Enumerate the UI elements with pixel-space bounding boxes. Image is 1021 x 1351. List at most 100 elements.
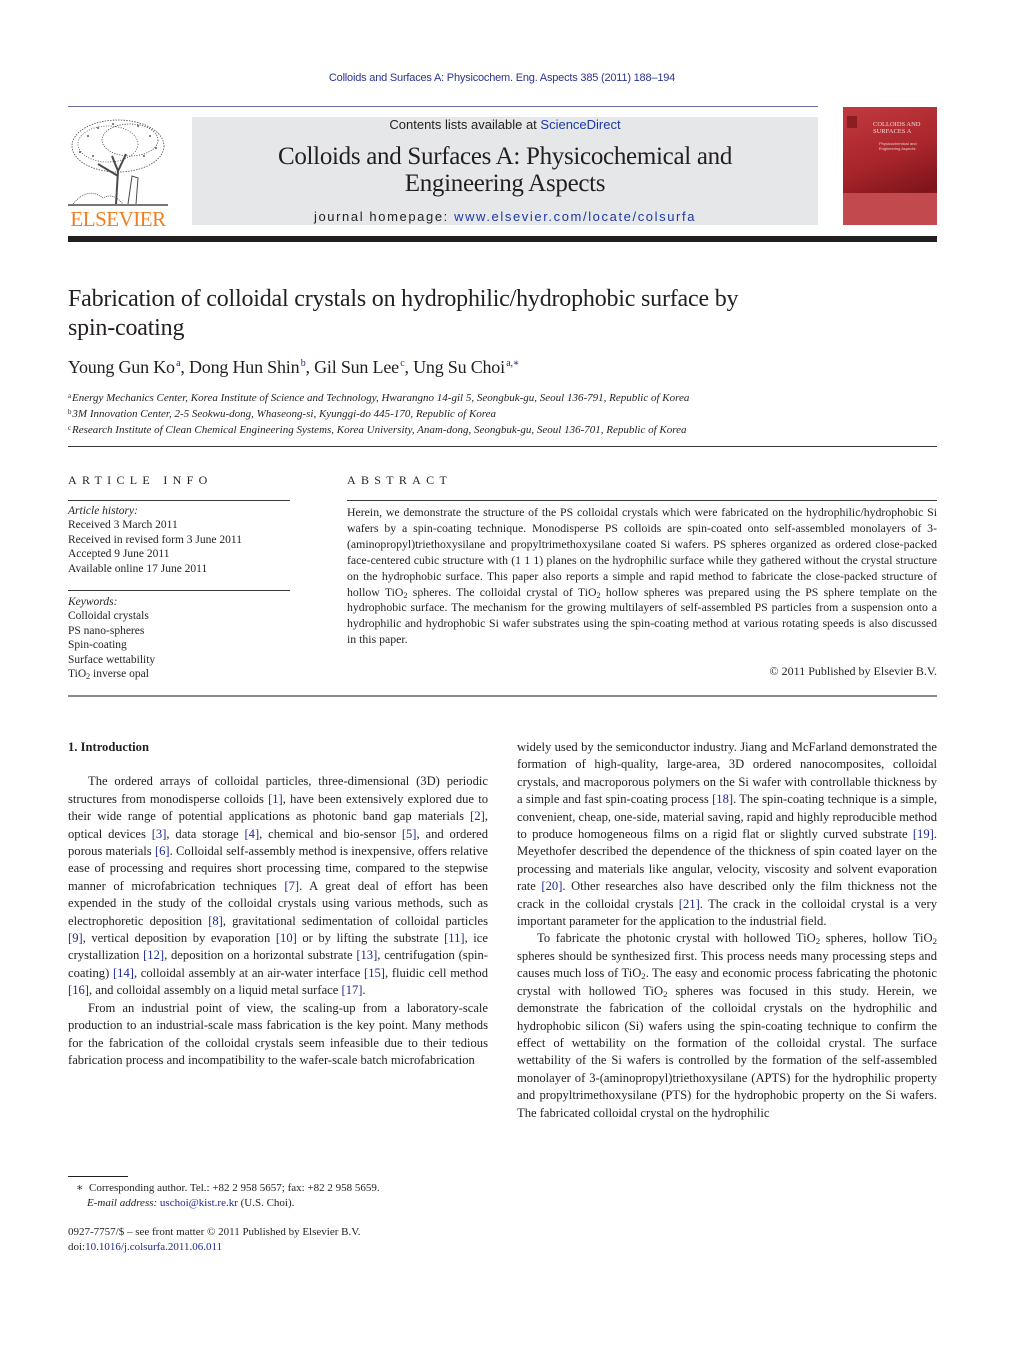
- paragraph: The ordered arrays of colloidal particle…: [68, 773, 488, 999]
- citation-link[interactable]: [21]: [679, 897, 700, 911]
- history-item: Received in revised form 3 June 2011: [68, 533, 242, 546]
- elsevier-wordmark[interactable]: ELSEVIER: [68, 207, 168, 232]
- author-name: Young Gun Ko: [68, 357, 175, 377]
- paragraph: From an industrial point of view, the sc…: [68, 1000, 488, 1067]
- citation-link[interactable]: [1]: [268, 792, 283, 806]
- text-run: , data storage: [166, 826, 245, 841]
- citation-link[interactable]: [18]: [712, 792, 733, 806]
- copyright-notice: © 2011 Published by Elsevier B.V.: [769, 664, 937, 678]
- history-item: Received 3 March 2011: [68, 519, 178, 532]
- citation-link[interactable]: [16]: [68, 983, 89, 997]
- author[interactable]: Young Gun Ko a: [68, 357, 181, 377]
- affiliation-text: 3M Innovation Center, 2-5 Seokwu-dong, W…: [72, 408, 497, 420]
- journal-name: Colloids and Surfaces A: Physicochemical…: [192, 143, 818, 197]
- abstract-heading: ABSTRACT: [347, 473, 453, 487]
- journal-masthead: Contents lists available at ScienceDirec…: [192, 117, 818, 225]
- footnote-divider: [68, 1176, 128, 1177]
- author-separator: ,: [305, 357, 315, 377]
- paragraph: widely used by the semiconductor industr…: [517, 739, 937, 930]
- footnote-marker: ∗: [76, 1182, 84, 1194]
- text-run: or by lifting the substrate: [296, 931, 445, 946]
- citation-link[interactable]: [11]: [444, 931, 465, 945]
- affiliation: a Energy Mechanics Center, Korea Institu…: [68, 389, 689, 405]
- keywords: Keywords: Colloidal crystals PS nano-sph…: [68, 595, 155, 681]
- doi-line: doi:10.1016/j.colsurfa.2011.06.011: [68, 1240, 361, 1255]
- text-run: , gravitational sedimentation of colloid…: [222, 913, 488, 928]
- citation-link[interactable]: [3]: [152, 827, 167, 841]
- article-title-line2: spin-coating: [68, 315, 185, 341]
- corresponding-author-text: Corresponding author. Tel.: +82 2 958 56…: [88, 1182, 380, 1194]
- author-separator: ,: [180, 357, 189, 377]
- cover-title-line1: COLLOIDS AND: [873, 121, 921, 128]
- cover-subtitle: Physicochemical and Engineering Aspects: [879, 141, 917, 151]
- keyword-text: TiO: [68, 668, 87, 681]
- author-name: Gil Sun Lee: [314, 357, 399, 377]
- affiliations: a Energy Mechanics Center, Korea Institu…: [68, 389, 689, 437]
- keyword-text: inverse opal: [90, 668, 149, 681]
- abstract-divider: [347, 500, 937, 501]
- author-name: Ung Su Choi: [413, 357, 505, 377]
- article-history-label: Article history:: [68, 505, 138, 517]
- author[interactable]: Gil Sun Lee c: [314, 357, 405, 377]
- article-info-heading: ARTICLE INFO: [68, 473, 213, 487]
- affiliation-key: b: [68, 408, 72, 416]
- affiliation-marker[interactable]: a,∗: [506, 358, 519, 369]
- cover-title-line2: SURFACES A: [873, 128, 912, 135]
- citation-link[interactable]: [9]: [68, 931, 83, 945]
- email-link[interactable]: uschoi@kist.re.kr: [160, 1197, 238, 1209]
- sciencedirect-link[interactable]: ScienceDirect: [540, 117, 620, 132]
- body-column-left: 1. Introduction The ordered arrays of co…: [68, 739, 488, 1069]
- citation-link[interactable]: [8]: [208, 914, 223, 928]
- article-title: Fabrication of colloidal crystals on hyd…: [68, 285, 868, 343]
- text-run: .: [362, 983, 366, 998]
- top-divider: [68, 106, 818, 107]
- article-info-divider: [68, 500, 290, 501]
- contents-line: Contents lists available at ScienceDirec…: [192, 117, 818, 132]
- author[interactable]: Ung Su Choi a,∗: [413, 357, 519, 377]
- citation-link[interactable]: [17]: [342, 983, 363, 997]
- author-list: Young Gun Ko a, Dong Hun Shin b, Gil Sun…: [68, 357, 520, 378]
- homepage-link[interactable]: www.elsevier.com/locate/colsurfa: [454, 209, 696, 224]
- journal-cover-thumbnail[interactable]: COLLOIDS AND SURFACES A Physicochemical …: [843, 107, 937, 225]
- citation-link[interactable]: [6]: [155, 844, 170, 858]
- abstract-part: spheres. The colloidal crystal of TiO: [407, 584, 597, 599]
- text-run: , deposition on a horizontal substrate: [164, 948, 357, 963]
- history-item: Available online 17 June 2011: [68, 562, 208, 575]
- citation-link[interactable]: [13]: [356, 948, 377, 962]
- subscript: 2: [932, 936, 937, 947]
- keyword: PS nano-spheres: [68, 624, 145, 637]
- affiliation-text: Energy Mechanics Center, Korea Institute…: [72, 392, 690, 404]
- text-run: , colloidal assembly at an air-water int…: [133, 965, 364, 980]
- citation-link[interactable]: [20]: [541, 879, 562, 893]
- citation-link[interactable]: [2]: [470, 809, 485, 823]
- affiliation-key: a: [68, 392, 72, 400]
- cover-band: [843, 193, 937, 225]
- citation-link[interactable]: [15]: [364, 966, 385, 980]
- keywords-divider: [68, 590, 290, 591]
- citation-link[interactable]: [10]: [276, 931, 297, 945]
- paragraph: To fabricate the photonic crystal with h…: [517, 930, 937, 1121]
- body-column-right: widely used by the semiconductor industr…: [517, 739, 937, 1122]
- citation-link[interactable]: [4]: [244, 827, 259, 841]
- abstract-bottom-divider: [68, 695, 937, 697]
- journal-name-line2: Engineering Aspects: [404, 170, 606, 197]
- doi-prefix: doi:: [68, 1241, 86, 1253]
- keyword: Colloidal crystals: [68, 610, 149, 623]
- citation-link[interactable]: [12]: [143, 948, 164, 962]
- tree-icon: [68, 119, 168, 206]
- keyword: Spin-coating: [68, 639, 127, 652]
- history-item: Accepted 9 June 2011: [68, 548, 170, 561]
- journal-name-line1: Colloids and Surfaces A: Physicochemical…: [277, 143, 733, 170]
- citation-link[interactable]: [14]: [113, 966, 134, 980]
- author-separator: ,: [404, 357, 414, 377]
- running-head[interactable]: Colloids and Surfaces A: Physicochem. En…: [0, 72, 1004, 84]
- citation-link[interactable]: [5]: [402, 827, 417, 841]
- citation-link[interactable]: [7]: [284, 879, 299, 893]
- cover-title: COLLOIDS AND SURFACES A: [873, 121, 935, 135]
- abstract-text: Herein, we demonstrate the structure of …: [347, 505, 937, 648]
- author[interactable]: Dong Hun Shin b: [189, 357, 306, 377]
- doi-link[interactable]: 10.1016/j.colsurfa.2011.06.011: [85, 1241, 222, 1253]
- citation-link[interactable]: [19]: [913, 827, 934, 841]
- affiliation-key: c: [68, 424, 72, 432]
- text-run: spheres, hollow TiO: [820, 931, 933, 946]
